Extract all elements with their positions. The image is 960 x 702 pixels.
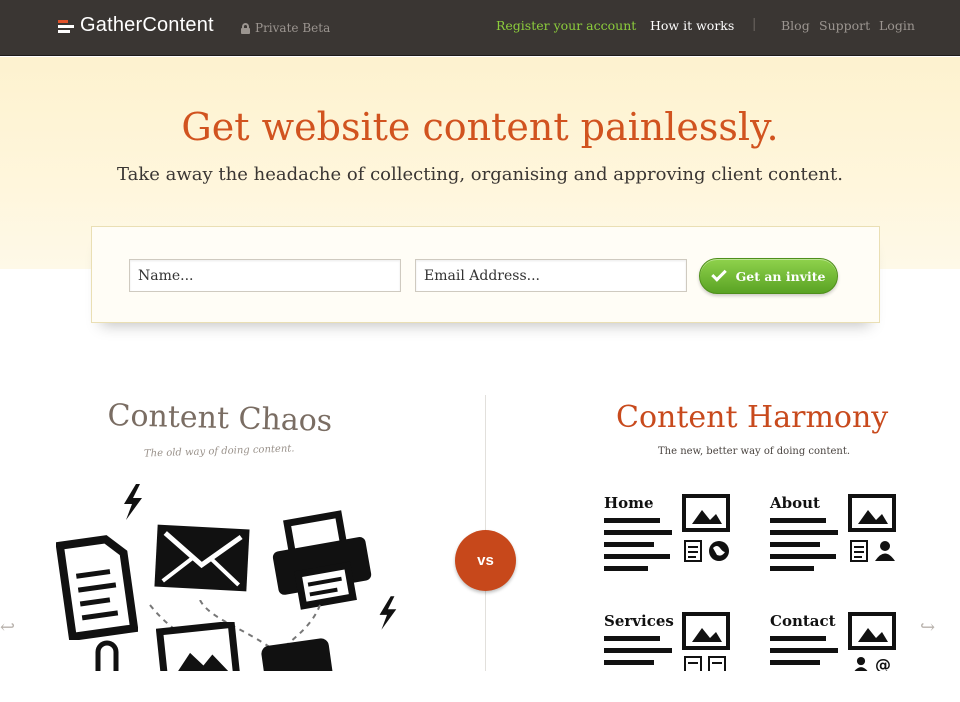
register-link[interactable]: Register your account <box>496 18 636 33</box>
get-invite-button[interactable]: Get an invite <box>699 258 838 294</box>
content-harmony-subtitle: The new, better way of doing content. <box>658 446 851 457</box>
document-icon <box>850 540 868 562</box>
document-icon <box>684 540 702 562</box>
how-it-works-link[interactable]: How it works <box>650 18 734 33</box>
printer-icon <box>272 510 372 610</box>
image-icon <box>156 622 240 671</box>
paperclip-icon <box>95 640 119 671</box>
vs-badge: vs <box>455 530 516 591</box>
invite-form: Get an invite <box>91 226 880 323</box>
beta-label: Private Beta <box>255 21 331 35</box>
card-label: Services <box>604 612 674 630</box>
envelope-icon <box>154 524 250 592</box>
private-beta-badge: Private Beta <box>241 21 330 35</box>
brand-name: GatherContent <box>80 14 214 36</box>
document-icon <box>708 656 726 671</box>
harmony-card-services: Services <box>604 612 734 702</box>
content-harmony-title: Content Harmony <box>616 400 889 435</box>
card-label: Home <box>604 494 654 512</box>
name-input[interactable] <box>129 259 401 292</box>
image-icon <box>848 494 896 532</box>
harmony-card-about: About <box>770 494 900 584</box>
logo-mark-icon <box>58 18 74 34</box>
brand-logo[interactable]: GatherContent <box>58 14 214 37</box>
card-label: About <box>770 494 820 512</box>
top-navigation-bar: GatherContent Private Beta Register your… <box>0 0 960 56</box>
blog-link[interactable]: Blog <box>781 18 810 33</box>
hero-subtitle: Take away the headache of collecting, or… <box>117 164 843 185</box>
document-icon <box>684 656 702 671</box>
globe-icon <box>709 541 729 561</box>
get-invite-label: Get an invite <box>735 268 826 284</box>
login-link[interactable]: Login <box>879 18 915 33</box>
person-icon <box>854 656 868 671</box>
email-input[interactable] <box>415 259 687 292</box>
content-chaos-title: Content Chaos <box>107 398 333 439</box>
checkmark-icon <box>710 266 727 282</box>
curved-arrow-left-icon: ↩ <box>0 617 16 638</box>
support-link[interactable]: Support <box>819 18 870 33</box>
image-icon <box>682 494 730 532</box>
svg-text:@: @ <box>875 656 891 671</box>
image-icon <box>848 612 896 650</box>
nav-separator: | <box>752 17 757 32</box>
harmony-card-contact: Contact @ <box>770 612 900 702</box>
lock-icon <box>241 22 250 34</box>
at-icon: @ <box>875 656 891 671</box>
person-icon <box>875 541 895 561</box>
content-chaos-subtitle: The old way of doing content. <box>143 443 295 460</box>
image-icon <box>682 612 730 650</box>
curved-arrow-right-icon: ↪ <box>920 617 936 638</box>
folder-icon <box>261 638 334 671</box>
hero-title: Get website content painlessly. <box>181 105 779 149</box>
harmony-card-home: Home <box>604 494 734 584</box>
card-label: Contact <box>770 612 836 630</box>
lightning-bolt-icon <box>124 484 142 520</box>
